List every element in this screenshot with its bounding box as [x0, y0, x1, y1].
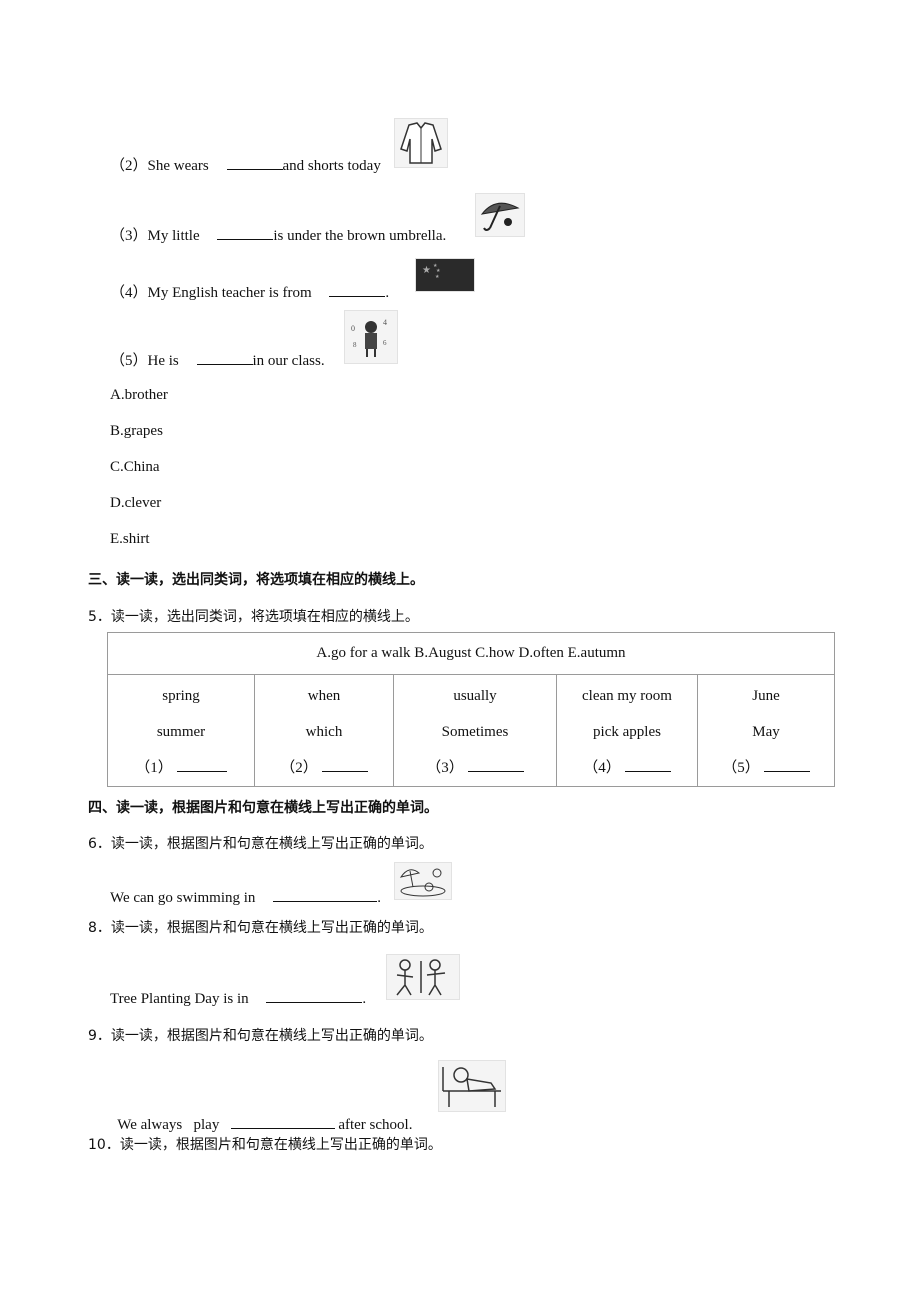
ping-pong-picture — [438, 1060, 506, 1112]
word: which — [305, 724, 343, 740]
answer-blank[interactable] — [217, 225, 274, 240]
word: clean my room — [582, 688, 672, 704]
item-text-after: is under the brown umbrella. — [273, 228, 447, 244]
item-text-after: and shorts today — [282, 158, 381, 174]
question-9-sentence: We always play after school. — [110, 1097, 412, 1134]
options-header: A.go for a walk B.August C.how D.often E… — [107, 632, 835, 675]
word: summer — [156, 724, 206, 740]
shirt-picture — [394, 118, 448, 168]
section-3-heading: 三、读一读，选出同类词，将选项填在相应的横线上。 — [88, 572, 424, 588]
question-9-title: 9．读一读，根据图片和句意在横线上写出正确的单词。 — [88, 1028, 433, 1044]
word-group-table: A.go for a walk B.August C.how D.often E… — [107, 632, 835, 787]
answer-line: （4） — [557, 750, 697, 786]
question-5-title: 5．读一读，选出同类词，将选项填在相应的横线上。 — [88, 609, 419, 625]
tree-planting-picture — [386, 954, 460, 1000]
svg-text:6: 6 — [383, 339, 387, 347]
word: when — [307, 688, 341, 704]
question-6-title: 6．读一读，根据图片和句意在横线上写出正确的单词。 — [88, 836, 433, 852]
question-item-3: （3）My little is under the brown umbrella… — [110, 224, 446, 245]
word: Sometimes — [441, 724, 509, 740]
item-text-before: She wears — [147, 158, 209, 174]
answer-line: （1） — [108, 750, 254, 786]
svg-text:★: ★ — [422, 265, 431, 276]
answer-blank[interactable] — [176, 757, 227, 772]
word: spring — [162, 688, 200, 704]
word-group-2: when which （2） — [254, 674, 394, 787]
answer-blank[interactable] — [763, 757, 810, 772]
clever-boy-picture: 0 4 8 6 — [344, 310, 398, 364]
word: pick apples — [593, 724, 661, 740]
item-number: （2） — [110, 158, 148, 174]
question-8-sentence: Tree Planting Day is in . — [110, 988, 366, 1008]
word-group-4: clean my room pick apples （4） — [556, 674, 698, 787]
answer-blank[interactable] — [321, 757, 368, 772]
word: June — [752, 688, 780, 704]
svg-text:★: ★ — [436, 268, 441, 274]
word-group-1: spring summer （1） — [107, 674, 255, 787]
svg-text:4: 4 — [383, 318, 387, 327]
item-number: （3） — [110, 228, 148, 244]
option-c: C.China — [110, 459, 160, 475]
question-item-2: （2）She wears and shorts today — [110, 154, 381, 175]
summer-beach-picture — [394, 862, 452, 900]
item-text-before: My little — [147, 228, 200, 244]
svg-text:★: ★ — [435, 274, 440, 280]
question-8-title: 8．读一读，根据图片和句意在横线上写出正确的单词。 — [88, 920, 433, 936]
word-group-5: June May （5） — [697, 674, 835, 787]
svg-text:0: 0 — [351, 324, 355, 333]
section-4-heading: 四、读一读，根据图片和句意在横线上写出正确的单词。 — [88, 800, 438, 816]
answer-blank[interactable] — [467, 757, 524, 772]
question-6-sentence: We can go swimming in . — [110, 887, 381, 907]
option-d: D.clever — [110, 495, 162, 511]
word: May — [752, 724, 780, 740]
answer-blank[interactable] — [266, 988, 363, 1003]
item-number: （5） — [110, 353, 148, 369]
item-text-after: . — [385, 285, 390, 301]
item-text-after: in our class. — [252, 353, 325, 369]
answer-blank[interactable] — [329, 282, 386, 297]
answer-blank[interactable] — [624, 757, 671, 772]
question-10-title: 10．读一读，根据图片和句意在横线上写出正确的单词。 — [88, 1137, 442, 1153]
answer-blank[interactable] — [196, 350, 253, 365]
word: usually — [453, 688, 497, 704]
question-item-5: （5）He is in our class. — [110, 349, 325, 370]
answer-blank[interactable] — [273, 887, 378, 902]
china-flag-picture: ★ ★ ★ ★ — [415, 258, 475, 292]
umbrella-picture — [475, 193, 525, 237]
item-text-before: My English teacher is from — [147, 285, 312, 301]
answer-line: （5） — [698, 750, 834, 786]
item-text-before: He is — [147, 353, 179, 369]
item-number: （4） — [110, 285, 148, 301]
option-b: B.grapes — [110, 423, 163, 439]
answer-line: （3） — [394, 750, 556, 786]
option-a: A.brother — [110, 387, 168, 403]
answer-blank[interactable] — [226, 155, 283, 170]
question-item-4: （4）My English teacher is from . — [110, 281, 389, 302]
option-e: E.shirt — [110, 531, 150, 547]
word-group-3: usually Sometimes （3） — [393, 674, 557, 787]
svg-text:8: 8 — [353, 341, 357, 349]
answer-blank[interactable] — [230, 1114, 335, 1129]
answer-line: （2） — [255, 750, 393, 786]
